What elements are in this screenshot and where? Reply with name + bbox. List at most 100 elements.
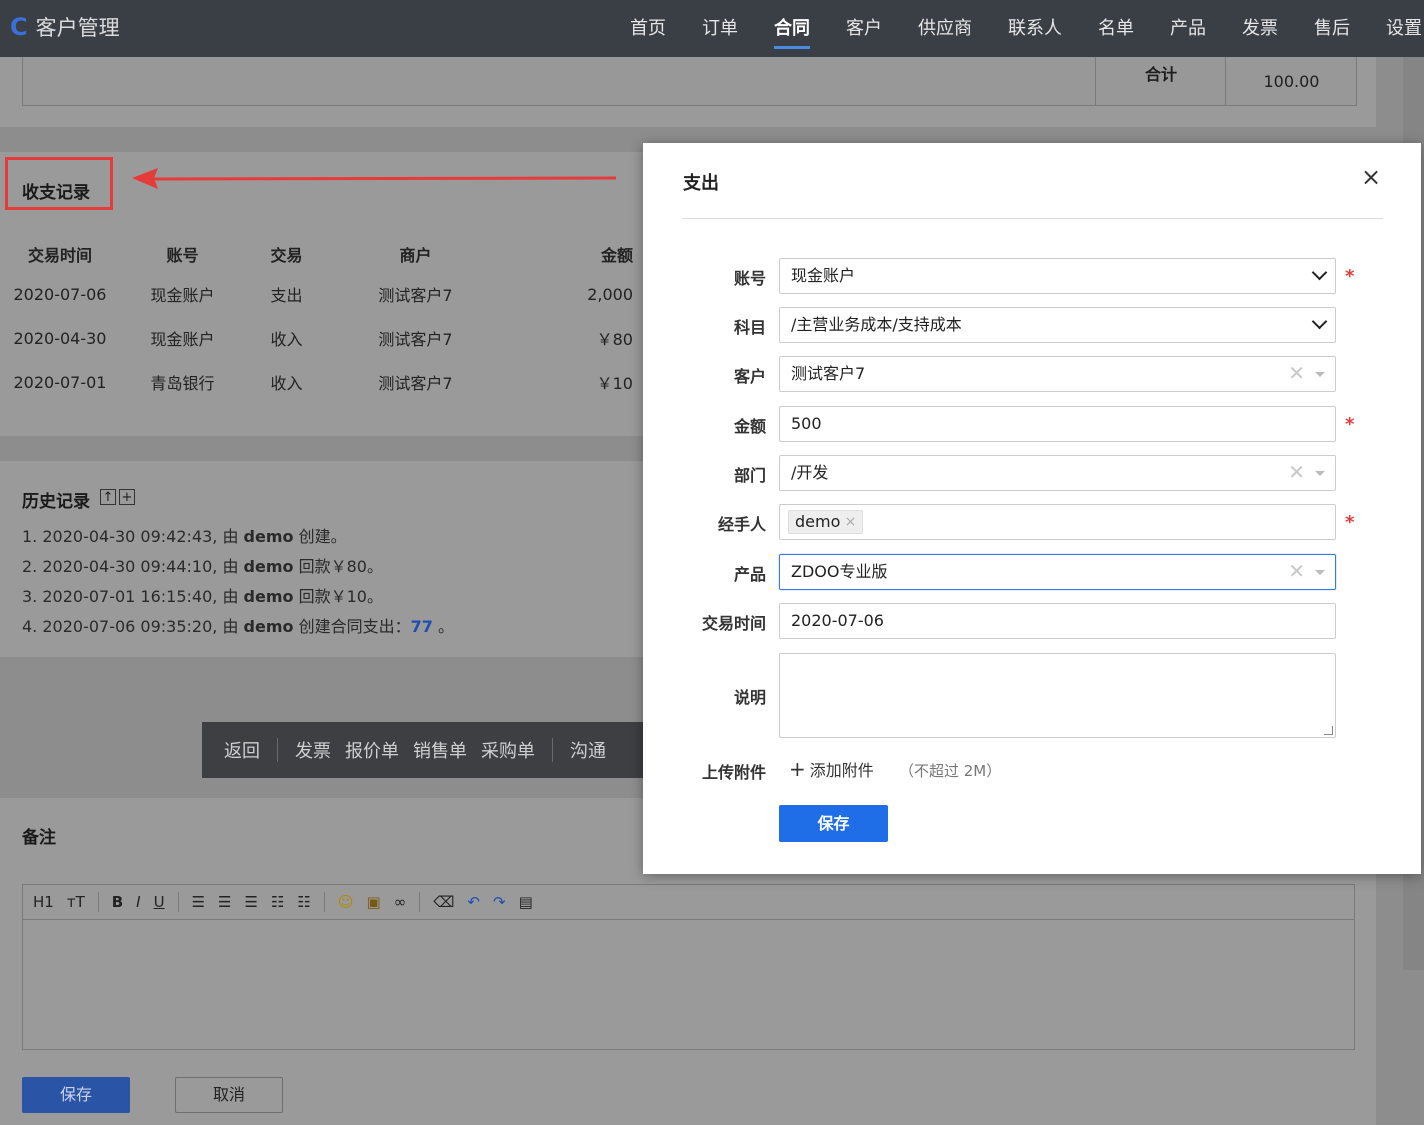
cell-type: 支出: [270, 286, 303, 305]
undo-icon[interactable]: ↶: [467, 893, 480, 911]
ordered-list-icon[interactable]: ☷: [271, 893, 284, 911]
nav-orders[interactable]: 订单: [684, 0, 756, 57]
table-row[interactable]: 2020-04-30 现金账户 收入 测试客户7 ￥80: [10, 316, 634, 360]
customer-select[interactable]: 测试客户7 ✕: [779, 356, 1336, 392]
cell-time: 2020-07-06: [13, 284, 107, 304]
summary-label: 合计: [1095, 57, 1226, 105]
notes-title: 备注: [22, 828, 56, 848]
sales-order-button[interactable]: 销售单: [406, 737, 474, 763]
dept-select[interactable]: /开发 ✕: [779, 455, 1336, 491]
product-select[interactable]: ZDOO专业版 ✕: [779, 554, 1336, 590]
invoice-button[interactable]: 发票: [288, 737, 338, 763]
annotation-highlight-box: [5, 157, 113, 210]
align-right-icon[interactable]: ☰: [245, 893, 258, 911]
nav-home[interactable]: 首页: [612, 0, 684, 57]
handler-tag: demo ×: [788, 510, 864, 534]
page-cancel-button[interactable]: 取消: [175, 1077, 283, 1113]
nav-after-sales[interactable]: 售后: [1296, 0, 1368, 57]
col-header-type: 交易: [270, 246, 303, 265]
purchase-order-button[interactable]: 采购单: [474, 737, 542, 763]
eraser-icon[interactable]: ⌫: [433, 893, 454, 911]
emoji-icon[interactable]: ☺: [338, 893, 354, 911]
editor-toolbar: H1 тT B I U ☰ ☰ ☰ ☷ ☷ ☺ ▣ ∞ ⌫ ↶ ↷ ▤: [22, 884, 1355, 920]
notes-editor[interactable]: [22, 920, 1355, 1050]
nav-contacts[interactable]: 联系人: [990, 0, 1080, 57]
remove-tag-icon[interactable]: ×: [845, 511, 857, 533]
history-list: 1. 2020-04-30 09:42:43, 由 demo 创建。 2. 20…: [22, 522, 454, 642]
close-icon[interactable]: ×: [1361, 163, 1381, 191]
quotation-button[interactable]: 报价单: [338, 737, 406, 763]
expand-icon[interactable]: +: [119, 489, 135, 505]
divider: [323, 892, 325, 912]
account-select[interactable]: 现金账户: [779, 258, 1336, 294]
clear-icon[interactable]: ✕: [1288, 559, 1305, 583]
handler-select[interactable]: demo ×: [779, 504, 1336, 540]
handler-label: 经手人: [717, 515, 766, 534]
nav-invoices[interactable]: 发票: [1224, 0, 1296, 57]
history-item: 2. 2020-04-30 09:44:10, 由 demo 回款￥80。: [22, 557, 383, 576]
nav-contracts[interactable]: 合同: [756, 0, 828, 57]
divider: [419, 892, 421, 912]
cell-account: 现金账户: [150, 330, 215, 349]
history-toggle-icons: ↑ +: [100, 489, 135, 505]
cell-type: 收入: [270, 330, 303, 349]
clear-icon[interactable]: ✕: [1288, 460, 1305, 484]
modal-save-button[interactable]: 保存: [779, 805, 888, 842]
cell-type: 收入: [270, 374, 303, 393]
align-center-icon[interactable]: ☰: [218, 893, 231, 911]
app-title: 客户管理: [35, 16, 120, 40]
heading-button[interactable]: H1: [33, 893, 54, 911]
subject-label: 科目: [733, 318, 766, 337]
date-input[interactable]: 2020-07-06: [779, 603, 1336, 639]
clear-icon[interactable]: ✕: [1288, 361, 1305, 385]
bold-button[interactable]: B: [112, 893, 123, 911]
nav-products[interactable]: 产品: [1152, 0, 1224, 57]
history-item: 3. 2020-07-01 16:15:40, 由 demo 回款￥10。: [22, 587, 383, 606]
back-button[interactable]: 返回: [202, 737, 267, 763]
divider: [177, 892, 179, 912]
amount-input[interactable]: 500: [779, 406, 1336, 442]
cell-amount: 2,000: [587, 284, 633, 304]
table-row[interactable]: 2020-07-01 青岛银行 收入 测试客户7 ￥10: [10, 360, 634, 404]
cell-merchant: 测试客户7: [378, 330, 453, 349]
caret-down-icon: [1315, 570, 1325, 575]
nav-customers[interactable]: 客户: [828, 0, 900, 57]
align-left-icon[interactable]: ☰: [192, 893, 205, 911]
paste-icon[interactable]: ▤: [519, 893, 533, 911]
resize-handle-icon[interactable]: [1324, 726, 1333, 735]
customer-label: 客户: [733, 367, 766, 386]
add-attachment-button[interactable]: + 添加附件: [789, 757, 874, 781]
main-nav: 首页 订单 合同 客户 供应商 联系人 名单 产品 发票 售后 设置: [612, 0, 1424, 57]
communicate-button[interactable]: 沟通: [563, 737, 613, 763]
image-icon[interactable]: ▣: [367, 893, 381, 911]
nav-leads[interactable]: 名单: [1080, 0, 1152, 57]
required-mark: *: [1345, 512, 1355, 533]
desc-textarea[interactable]: [779, 653, 1336, 738]
link-icon[interactable]: ∞: [394, 893, 407, 911]
nav-suppliers[interactable]: 供应商: [900, 0, 990, 57]
action-bar: 返回 发票 报价单 销售单 采购单 沟通: [202, 722, 662, 778]
page-save-button[interactable]: 保存: [22, 1077, 130, 1113]
required-mark: *: [1345, 266, 1355, 287]
nav-settings[interactable]: 设置: [1368, 0, 1424, 57]
cell-time: 2020-04-30: [13, 328, 107, 348]
dept-label: 部门: [733, 466, 766, 485]
collapse-icon[interactable]: ↑: [100, 489, 116, 505]
cell-account: 青岛银行: [150, 374, 215, 393]
redo-icon[interactable]: ↷: [493, 893, 506, 911]
col-header-amount: 金额: [600, 246, 633, 265]
col-header-merchant: 商户: [399, 246, 432, 265]
font-size-button[interactable]: тT: [67, 893, 85, 911]
cell-amount: ￥80: [596, 330, 633, 349]
top-nav: C 客户管理 首页 订单 合同 客户 供应商 联系人 名单 产品 发票 售后 设…: [0, 0, 1424, 57]
table-row[interactable]: 2020-07-06 现金账户 支出 测试客户7 2,000: [10, 272, 634, 316]
unordered-list-icon[interactable]: ☷: [297, 893, 310, 911]
underline-button[interactable]: U: [154, 893, 165, 911]
annotation-arrow-icon: [132, 168, 617, 189]
app-brand[interactable]: C 客户管理: [10, 12, 120, 42]
divider: [552, 738, 553, 762]
subject-select[interactable]: /主营业务成本/支持成本: [779, 307, 1336, 343]
italic-button[interactable]: I: [136, 893, 140, 911]
col-header-account: 账号: [166, 246, 199, 265]
contract-expense-link[interactable]: 77: [411, 617, 433, 636]
